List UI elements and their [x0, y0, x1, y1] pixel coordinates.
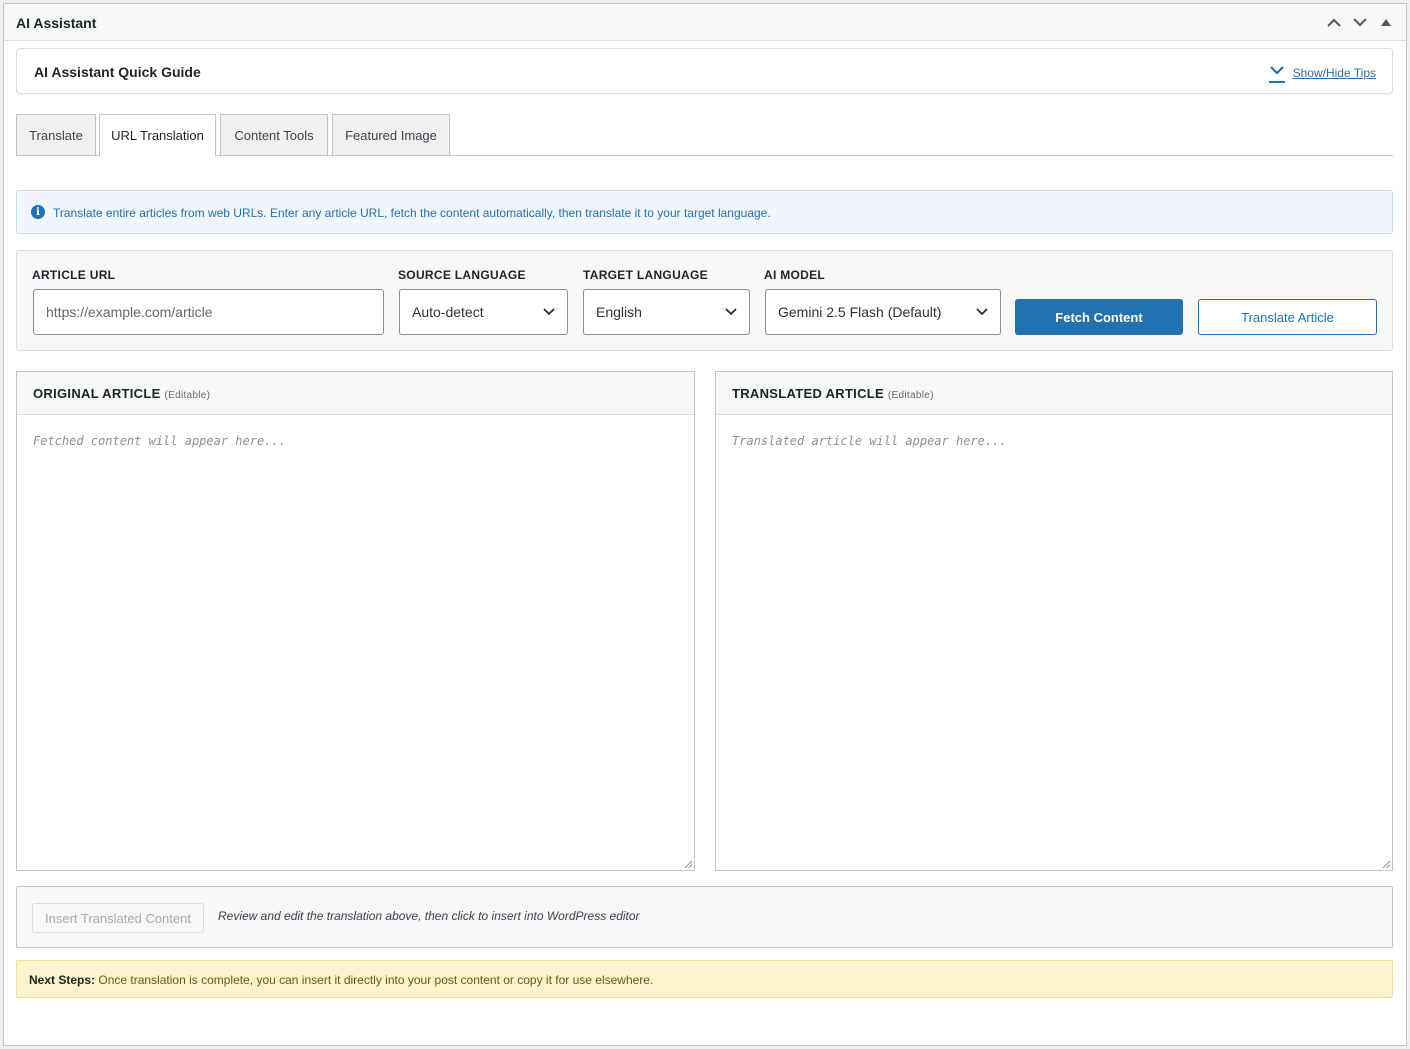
chevron-up-icon[interactable]	[1324, 12, 1344, 32]
translated-article-header: TRANSLATED ARTICLE (Editable)	[716, 372, 1392, 415]
chevron-down-icon[interactable]	[1350, 12, 1370, 32]
chevron-down-icon	[1267, 62, 1287, 84]
url-translation-form: ARTICLE URL SOURCE LANGUAGE Auto-detect …	[16, 250, 1393, 351]
insert-translated-content-button[interactable]: Insert Translated Content	[32, 903, 204, 933]
fetch-content-button[interactable]: Fetch Content	[1015, 299, 1183, 335]
tab-featured-image[interactable]: Featured Image	[332, 114, 450, 156]
target-language-value: English	[596, 304, 642, 320]
metabox-title: AI Assistant	[16, 15, 97, 31]
triangle-up-icon[interactable]	[1376, 12, 1396, 32]
original-article-title: ORIGINAL ARTICLE	[33, 386, 161, 401]
translated-article-editable-note: (Editable)	[887, 390, 934, 401]
show-hide-tips-toggle[interactable]: Show/Hide Tips	[1267, 62, 1376, 84]
insert-hint: Review and edit the translation above, t…	[218, 909, 640, 923]
metabox-header: AI Assistant	[4, 4, 1406, 41]
original-article-textarea[interactable]: Fetched content will appear here...	[17, 416, 694, 870]
quick-guide: AI Assistant Quick Guide Show/Hide Tips	[16, 48, 1393, 94]
ai-assistant-metabox: AI Assistant AI Assistant Quick Guide Sh…	[3, 3, 1407, 1046]
info-text: Translate entire articles from web URLs.…	[53, 206, 771, 220]
target-language-select[interactable]: English	[583, 289, 750, 335]
translate-article-button[interactable]: Translate Article	[1198, 299, 1377, 335]
chevron-down-icon	[725, 308, 737, 316]
tab-content-tools[interactable]: Content Tools	[220, 114, 328, 156]
next-steps-notice: Next Steps: Once translation is complete…	[16, 960, 1393, 998]
tab-url-translation[interactable]: URL Translation	[99, 114, 216, 157]
show-hide-tips-link[interactable]: Show/Hide Tips	[1293, 66, 1376, 80]
original-article-header: ORIGINAL ARTICLE (Editable)	[17, 372, 694, 415]
metabox-controls	[1324, 12, 1396, 32]
source-language-label: SOURCE LANGUAGE	[398, 268, 526, 282]
article-url-field[interactable]	[33, 289, 384, 335]
original-article-editable-note: (Editable)	[164, 390, 211, 401]
article-url-label: ARTICLE URL	[32, 268, 116, 282]
translated-article-title: TRANSLATED ARTICLE	[732, 386, 884, 401]
original-article-placeholder: Fetched content will appear here...	[33, 434, 286, 448]
target-language-label: TARGET LANGUAGE	[583, 268, 708, 282]
translated-article-textarea[interactable]: Translated article will appear here...	[716, 416, 1392, 870]
source-language-value: Auto-detect	[412, 304, 484, 320]
article-url-input[interactable]	[46, 304, 371, 320]
next-steps-label: Next Steps:	[29, 973, 96, 987]
info-icon: i	[31, 205, 45, 219]
insert-bar: Insert Translated Content Review and edi…	[16, 886, 1393, 948]
ai-model-value: Gemini 2.5 Flash (Default)	[778, 304, 942, 320]
quick-guide-title: AI Assistant Quick Guide	[34, 64, 201, 80]
translated-article-panel: TRANSLATED ARTICLE (Editable) Translated…	[715, 371, 1393, 871]
next-steps-text: Once translation is complete, you can in…	[95, 973, 654, 987]
original-article-panel: ORIGINAL ARTICLE (Editable) Fetched cont…	[16, 371, 695, 871]
info-notice: i Translate entire articles from web URL…	[16, 190, 1393, 234]
resize-handle-icon[interactable]	[1381, 859, 1391, 869]
chevron-down-icon	[543, 308, 555, 316]
source-language-select[interactable]: Auto-detect	[399, 289, 568, 335]
ai-model-select[interactable]: Gemini 2.5 Flash (Default)	[765, 289, 1001, 335]
translated-article-placeholder: Translated article will appear here...	[732, 434, 1007, 448]
tab-bar: Translate URL Translation Content Tools …	[16, 114, 1393, 157]
tab-translate[interactable]: Translate	[16, 114, 96, 156]
chevron-down-icon	[976, 308, 988, 316]
resize-handle-icon[interactable]	[683, 859, 693, 869]
ai-model-label: AI MODEL	[764, 268, 826, 282]
